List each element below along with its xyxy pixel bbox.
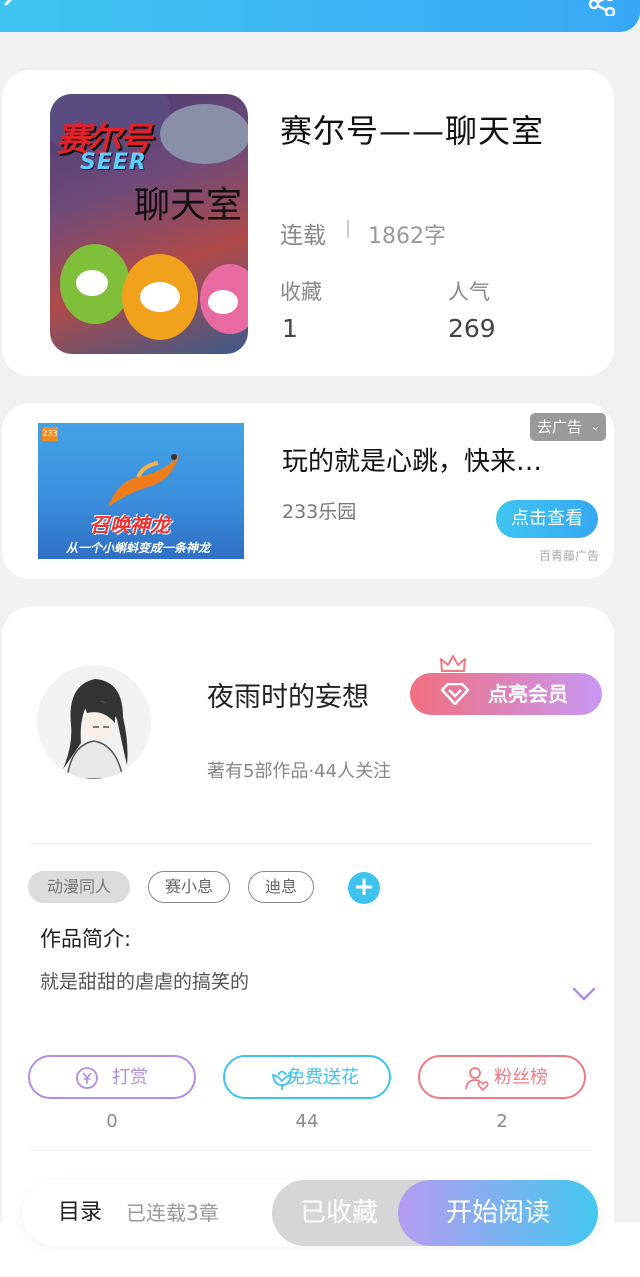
tag-chip[interactable]: 动漫同人 [28, 871, 130, 903]
favorites-label: 收藏 [280, 280, 322, 304]
remove-ad-label: 去广告 [537, 418, 583, 436]
flower-count: 44 [295, 1111, 319, 1132]
tag-chip[interactable]: 迪息 [248, 871, 314, 903]
yen-coin-icon [76, 1067, 98, 1089]
tag-chip[interactable]: 赛小息 [148, 871, 230, 903]
divider [30, 1150, 592, 1151]
send-flower-button[interactable]: 免费送花 [223, 1055, 391, 1099]
remove-ad-button[interactable]: 去广告 ⌄ [530, 413, 606, 441]
ad-view-button[interactable]: 点击查看 [496, 500, 598, 538]
add-tag-button[interactable]: + [348, 872, 380, 904]
avatar-portrait-icon [63, 679, 128, 779]
table-of-contents-button[interactable]: 目录 [58, 1180, 102, 1246]
ad-image-subtitle: 从一个小蝌蚪变成一条神龙 [66, 541, 211, 555]
word-count: 1862字 [368, 224, 446, 249]
chapter-count: 已连载3章 [126, 1201, 219, 1225]
bottom-action-bar: 目录 已连载3章 已收藏 开始阅读 [22, 1180, 600, 1246]
send-flower-label: 免费送花 [287, 1067, 359, 1088]
reward-button[interactable]: 打赏 [28, 1055, 196, 1099]
intro-text: 就是甜甜的虐虐的搞笑的 [40, 971, 250, 993]
book-title: 赛尔号——聊天室 [280, 112, 545, 150]
dragon-fish-icon [108, 453, 180, 507]
fan-ranking-button[interactable]: 粉丝榜 [418, 1055, 586, 1099]
reward-count: 0 [106, 1111, 118, 1132]
fan-ranking-label: 粉丝榜 [494, 1067, 548, 1088]
expand-chevron-icon[interactable] [570, 985, 598, 1003]
fan-count: 2 [496, 1111, 508, 1132]
author-avatar[interactable] [37, 665, 151, 779]
ad-source: 233乐园 [282, 501, 357, 523]
popularity-count: 269 [448, 314, 496, 343]
share-icon[interactable] [588, 0, 618, 16]
crown-icon [440, 655, 466, 672]
popularity-label: 人气 [448, 280, 490, 304]
reward-label: 打赏 [112, 1067, 148, 1088]
status-divider [347, 220, 349, 238]
ad-app-badge: 233 [42, 427, 58, 441]
top-header-bar [0, 0, 640, 32]
author-meta: 著有5部作品·44人关注 [207, 761, 392, 782]
book-cover-image[interactable]: 赛尔号 SEER 聊天室 [50, 94, 248, 354]
author-card: 夜雨时的妄想 点亮会员 著有5部作品·44人关注 动漫同人 赛小息 迪息 + 作… [2, 607, 614, 1277]
book-status: 连载 [280, 223, 326, 249]
cover-subtitle-text: 聊天室 [134, 185, 243, 226]
chevron-down-icon: ⌄ [590, 420, 600, 433]
chevron-left-icon[interactable] [0, 0, 24, 18]
book-info-card: 赛尔号 SEER 聊天室 赛尔号——聊天室 连载 1862字 收藏 1 人气 2… [2, 70, 614, 376]
start-reading-button[interactable]: 开始阅读 [398, 1180, 598, 1246]
ad-image-title: 召唤神龙 [90, 513, 170, 537]
ad-provider-tag: 百青藤广告 [539, 549, 600, 563]
activate-vip-button[interactable]: 点亮会员 [410, 673, 602, 715]
intro-label: 作品简介: [40, 927, 132, 951]
diamond-icon [440, 683, 470, 705]
fans-rank-icon [465, 1067, 489, 1091]
divider [30, 843, 592, 844]
ad-title[interactable]: 玩的就是心跳，快来… [282, 441, 562, 478]
favorites-count: 1 [282, 314, 298, 343]
cover-seer-text: SEER [80, 150, 147, 175]
author-name[interactable]: 夜雨时的妄想 [207, 675, 369, 714]
vip-button-label: 点亮会员 [488, 682, 568, 706]
ad-image[interactable]: 233 召唤神龙 从一个小蝌蚪变成一条神龙 [38, 423, 244, 559]
ad-card[interactable]: 233 召唤神龙 从一个小蝌蚪变成一条神龙 玩的就是心跳，快来… 233乐园 去… [2, 403, 614, 579]
